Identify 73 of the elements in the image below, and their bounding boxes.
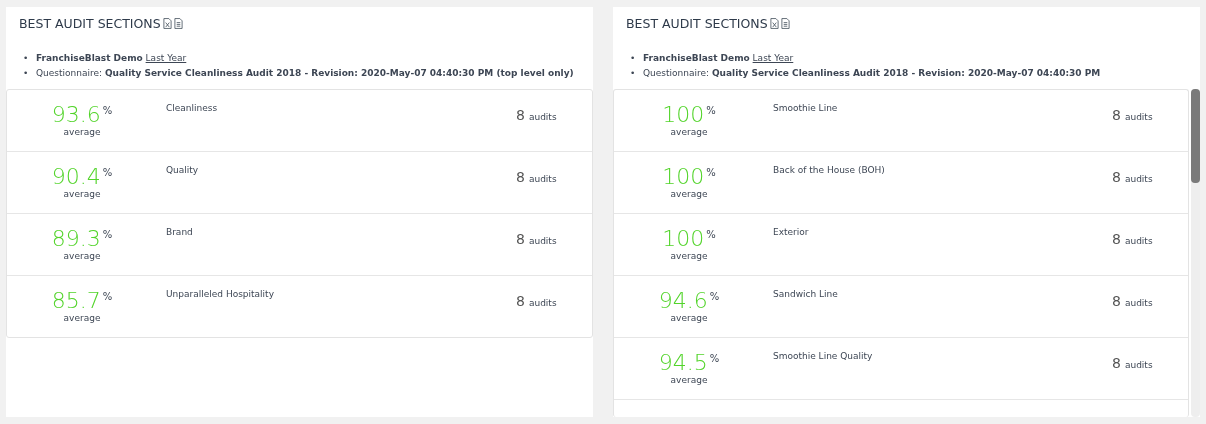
- period-link[interactable]: Last Year: [752, 53, 794, 63]
- percent-unit: %: [706, 105, 716, 116]
- score-caption: average: [670, 251, 708, 261]
- audit-count: 8: [1112, 293, 1121, 309]
- period-link[interactable]: Last Year: [145, 53, 187, 63]
- audit-count: 8: [516, 293, 525, 309]
- questionnaire-label: Questionnaire:: [643, 68, 710, 78]
- average-score: 100: [662, 226, 705, 251]
- section-name: Smoothie Line: [773, 102, 839, 115]
- excel-export-icon[interactable]: [769, 17, 779, 29]
- bullet: •: [23, 52, 30, 65]
- score-caption: average: [670, 127, 708, 137]
- excel-export-icon[interactable]: [162, 17, 172, 29]
- audit-count-label: audits: [1124, 298, 1153, 308]
- average-score: 100: [662, 102, 705, 127]
- document-export-icon[interactable]: [780, 17, 790, 29]
- percent-unit: %: [709, 353, 720, 364]
- section-name: Smoothie Line Quality: [773, 350, 874, 363]
- scrollbar[interactable]: [1191, 89, 1200, 417]
- audit-count-label: audits: [1124, 360, 1153, 370]
- score-caption: average: [63, 313, 101, 323]
- score-caption: average: [670, 313, 708, 323]
- audit-count-label: audits: [1124, 236, 1153, 246]
- audit-count-label: audits: [528, 298, 557, 308]
- bullet: •: [630, 52, 637, 65]
- panel-title: BEST AUDIT SECTIONS: [626, 15, 768, 31]
- section-name: Cleanliness: [166, 102, 219, 115]
- audit-count: 8: [1112, 231, 1121, 247]
- audit-count-label: audits: [1124, 174, 1153, 184]
- percent-unit: %: [102, 229, 113, 240]
- audit-count-label: audits: [1124, 112, 1153, 122]
- average-score: 93.6: [51, 102, 101, 127]
- audit-count-label: audits: [528, 236, 557, 246]
- percent-unit: %: [102, 167, 113, 178]
- percent-unit: %: [706, 229, 716, 240]
- average-score: 94.5: [658, 350, 708, 375]
- section-name: Sandwich Line: [773, 288, 839, 301]
- audit-count: 8: [516, 231, 525, 247]
- average-score: 100: [662, 164, 705, 189]
- score-caption: average: [670, 375, 708, 385]
- bullet: •: [630, 67, 637, 80]
- questionnaire-name: Quality Service Cleanliness Audit 2018 - Revision: 2020-May-07 04:40:30 PM: [711, 68, 1101, 78]
- score-caption: average: [670, 189, 708, 199]
- audit-count: 8: [1112, 107, 1121, 123]
- average-score: 90.4: [51, 164, 101, 189]
- audit-count: 8: [1112, 169, 1121, 185]
- audit-count: 8: [516, 107, 525, 123]
- score-caption: average: [63, 189, 101, 199]
- average-score: 89.3: [51, 226, 101, 251]
- score-caption: average: [63, 251, 101, 261]
- audit-count-label: audits: [528, 174, 557, 184]
- audit-count: 8: [516, 169, 525, 185]
- location-label: FranchiseBlast Demo: [36, 53, 143, 63]
- panel-title: BEST AUDIT SECTIONS: [19, 15, 161, 31]
- section-name: Exterior: [773, 226, 810, 239]
- percent-unit: %: [709, 291, 720, 302]
- audit-count-label: audits: [528, 112, 557, 122]
- questionnaire-label: Questionnaire:: [36, 68, 103, 78]
- average-score: 85.7: [51, 288, 101, 313]
- percent-unit: %: [102, 291, 113, 302]
- section-name: Quality: [166, 164, 200, 177]
- percent-unit: %: [706, 167, 716, 178]
- score-caption: average: [63, 127, 101, 137]
- location-label: FranchiseBlast Demo: [643, 53, 750, 63]
- bullet: •: [23, 67, 30, 80]
- section-name: Back of the House (BOH): [773, 164, 886, 177]
- percent-unit: %: [102, 105, 113, 116]
- average-score: 94.6: [658, 288, 708, 313]
- section-name: Brand: [166, 226, 194, 239]
- audit-count: 8: [1112, 355, 1121, 371]
- section-name: Unparalleled Hospitality: [166, 288, 275, 301]
- questionnaire-name: Quality Service Cleanliness Audit 2018 - Revision: 2020-May-07 04:40:30 PM (top level only): [104, 68, 574, 78]
- document-export-icon[interactable]: [173, 17, 183, 29]
